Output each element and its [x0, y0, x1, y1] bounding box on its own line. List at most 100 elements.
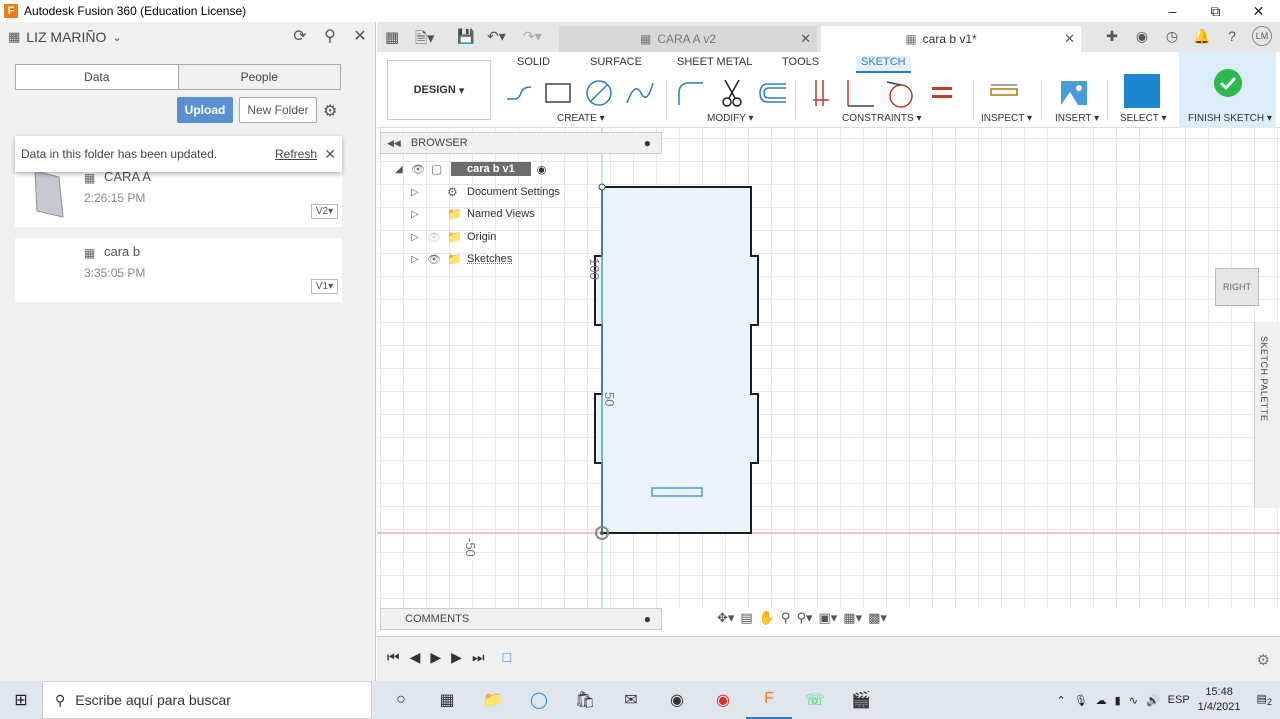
new-tab-icon[interactable]: ✚ [1102, 26, 1122, 46]
spline-tool-icon[interactable] [623, 78, 657, 108]
fillet-tool-icon[interactable] [673, 78, 707, 108]
coincident-constraint-icon[interactable] [805, 78, 839, 108]
tab-data[interactable]: Data [16, 65, 179, 89]
inspect-group-label[interactable]: INSPECT ▾ [981, 113, 1032, 124]
expand-triangle-icon[interactable]: ▷ [411, 187, 427, 198]
team-icon[interactable]: ▦ [8, 29, 20, 45]
extensions-icon[interactable]: ◉ [1132, 26, 1152, 46]
obs-icon[interactable]: ◉ [654, 681, 700, 719]
modify-group-label[interactable]: MODIFY ▾ [707, 113, 754, 124]
minimize-browser-icon[interactable]: ● [644, 136, 651, 150]
avatar[interactable]: LM [1252, 26, 1272, 46]
undo-icon[interactable]: ↶▾ [487, 28, 506, 45]
step-back-icon[interactable]: ◀ [410, 649, 421, 666]
tab-people[interactable]: People [178, 65, 340, 89]
version-dropdown[interactable]: V2▾ [311, 204, 338, 219]
line-tool-icon[interactable] [503, 78, 537, 108]
play-icon[interactable]: ▶ [430, 649, 441, 666]
tab-cara-a[interactable]: ▦ CARA A v2 ✕ [559, 26, 817, 52]
tangent-constraint-icon[interactable] [883, 78, 917, 108]
close-window-button[interactable]: ✕ [1237, 0, 1280, 22]
task-view-icon[interactable]: ▦ [424, 681, 470, 719]
mail-icon[interactable]: ✉ [608, 681, 654, 719]
cortana-icon[interactable]: ○ [378, 681, 424, 719]
tab-sheet-metal[interactable]: SHEET METAL [677, 56, 752, 68]
pan-icon[interactable]: ✋ [759, 610, 775, 626]
clock[interactable]: 15:48 1/4/2021 [1198, 685, 1241, 715]
tray-overflow-icon[interactable]: ⌃ [1056, 694, 1065, 707]
tab-sketch[interactable]: SKETCH [856, 56, 911, 73]
constraints-group-label[interactable]: CONSTRAINTS ▾ [842, 113, 921, 124]
create-group-label[interactable]: CREATE ▾ [557, 113, 605, 124]
display-settings-icon[interactable]: ▣▾ [818, 610, 837, 626]
file-card-cara-a[interactable]: ▦ CARA A 2:26:15 PM V2▾ [15, 163, 342, 227]
offset-tool-icon[interactable] [755, 78, 789, 108]
browser-item-named-views[interactable]: ▷ 📁 Named Views [411, 204, 535, 224]
grid-settings-icon[interactable]: ▦▾ [843, 610, 862, 626]
chrome-icon[interactable]: ◉ [700, 681, 746, 719]
user-name[interactable]: LIZ MARIÑO [26, 29, 106, 45]
minimize-button[interactable]: – [1151, 0, 1194, 22]
browser-root-label[interactable]: cara b v1 [451, 162, 531, 176]
workspace-selector[interactable]: DESIGN ▾ [387, 60, 491, 120]
eye-icon[interactable]: 👁 [411, 163, 431, 176]
close-icon[interactable]: ✕ [350, 26, 370, 46]
file-explorer-icon[interactable]: 📁 [470, 681, 516, 719]
tab-cara-b[interactable]: ▦ cara b v1* ✕ [821, 26, 1081, 52]
new-folder-button[interactable]: New Folder [239, 97, 317, 123]
windows-start-icon[interactable]: ⊞ [0, 681, 42, 719]
circle-tool-icon[interactable] [582, 78, 616, 108]
whatsapp-icon[interactable]: ☏ [792, 681, 838, 719]
restore-button[interactable]: ⧉ [1194, 0, 1237, 22]
browser-root-row[interactable]: ◢ 👁 ▢ cara b v1 ◉ [395, 159, 546, 179]
chevron-down-icon[interactable]: ⌄ [112, 31, 121, 44]
select-group-label[interactable]: SELECT ▾ [1120, 113, 1167, 124]
gear-icon[interactable]: ⚙ [323, 101, 337, 121]
close-tab-icon[interactable]: ✕ [1064, 31, 1075, 47]
search-icon[interactable]: ⚲ [320, 26, 340, 46]
sketch-palette-collapsed[interactable]: SKETCH PALETTE [1254, 322, 1280, 508]
close-icon[interactable]: ✕ [324, 146, 336, 163]
job-status-icon[interactable]: ◷ [1162, 26, 1182, 46]
eye-icon[interactable]: 👁 [427, 253, 447, 266]
battery-icon[interactable]: ▮ [1115, 694, 1121, 707]
finish-sketch-button[interactable]: FINISH SKETCH ▾ [1179, 52, 1276, 128]
go-to-end-icon[interactable]: ⏭ [472, 649, 485, 666]
collapse-arrows-icon[interactable]: ◀◀ [387, 138, 401, 149]
upload-button[interactable]: Upload [177, 97, 233, 123]
add-comment-icon[interactable]: ● [644, 612, 651, 626]
trim-tool-icon[interactable] [715, 78, 749, 108]
orbit-icon[interactable]: ✥▾ [717, 610, 734, 626]
apps-grid-icon[interactable]: ▦ [385, 28, 399, 46]
rectangle-tool-icon[interactable] [541, 78, 575, 108]
fusion-taskbar-icon[interactable]: F [746, 681, 792, 719]
zoom-icon[interactable]: ⚲ [781, 610, 791, 626]
perpendicular-constraint-icon[interactable] [843, 78, 877, 108]
notifications-icon[interactable]: 🔔 [1192, 26, 1212, 46]
refresh-link[interactable]: Refresh [275, 147, 317, 161]
file-menu-icon[interactable]: 🗎▾ [415, 28, 435, 53]
close-tab-icon[interactable]: ✕ [800, 31, 811, 47]
viewcube[interactable]: RIGHT [1215, 268, 1259, 306]
save-icon[interactable]: 💾 [457, 28, 474, 45]
fit-icon[interactable]: ⚲▾ [796, 610, 812, 626]
microphone-icon[interactable]: 🎙 [1074, 694, 1088, 707]
expand-triangle-icon[interactable]: ▷ [411, 232, 427, 243]
measure-tool-icon[interactable] [987, 78, 1021, 108]
language-indicator[interactable]: ESP [1168, 694, 1190, 706]
look-at-icon[interactable]: ▤ [740, 610, 752, 626]
video-editor-icon[interactable]: 🎬 [838, 681, 884, 719]
insert-image-icon[interactable] [1057, 78, 1091, 108]
refresh-icon[interactable]: ⟳ [290, 26, 310, 46]
version-dropdown[interactable]: V1▾ [311, 279, 338, 294]
tab-tools[interactable]: TOOLS [782, 56, 819, 68]
equal-constraint-icon[interactable] [925, 78, 959, 108]
wifi-icon[interactable]: ∿ [1129, 694, 1138, 707]
tab-solid[interactable]: SOLID [517, 56, 550, 68]
onedrive-icon[interactable]: ☁ [1096, 694, 1107, 707]
viewports-icon[interactable]: ▩▾ [868, 610, 887, 626]
redo-icon[interactable]: ↷▾ [523, 28, 542, 45]
insert-group-label[interactable]: INSERT ▾ [1055, 113, 1099, 124]
gear-icon[interactable]: ⚙ [1257, 651, 1270, 669]
go-to-start-icon[interactable]: ⏮ [387, 649, 400, 666]
